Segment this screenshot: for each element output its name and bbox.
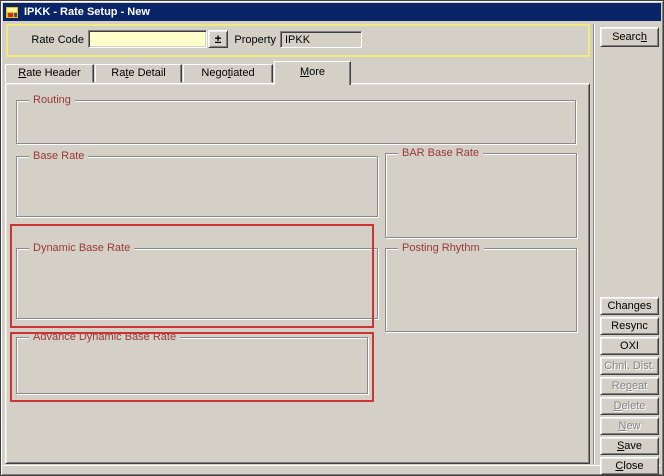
group-base-rate: Base Rate (16, 156, 378, 217)
header-panel: Rate Code ± Property (6, 24, 590, 57)
group-dynamic-base-rate: Dynamic Base Rate (16, 248, 378, 319)
save-button[interactable]: Save (600, 437, 659, 455)
tab-rate-header[interactable]: Rate Header (5, 64, 94, 83)
group-routing: Routing (16, 100, 576, 144)
group-bar-base-rate: BAR Base Rate (385, 153, 577, 238)
repeat-button: Repeat (600, 377, 659, 395)
tab-more[interactable]: More (274, 61, 351, 85)
status-bar (3, 465, 661, 473)
delete-button: Delete (600, 397, 659, 415)
title-bar: IPKK - Rate Setup - New (3, 3, 661, 21)
group-bar-base-rate-title: BAR Base Rate (398, 147, 483, 160)
tab-negotiated[interactable]: Negotiated (183, 64, 273, 83)
group-posting-rhythm: Posting Rhythm (385, 248, 577, 332)
group-advance-dynamic-base-rate-title: Advance Dynamic Base Rate (29, 331, 180, 344)
property-field (280, 31, 362, 48)
window-title: IPKK - Rate Setup - New (24, 6, 150, 18)
rate-code-label: Rate Code (22, 34, 84, 47)
resync-button[interactable]: Resync (600, 317, 659, 335)
group-dynamic-base-rate-title: Dynamic Base Rate (29, 242, 134, 255)
group-advance-dynamic-base-rate: Advance Dynamic Base Rate (16, 337, 368, 394)
group-base-rate-title: Base Rate (29, 150, 88, 163)
oxi-button[interactable]: OXI (600, 337, 659, 355)
group-routing-title: Routing (29, 94, 75, 107)
tab-rate-detail[interactable]: Rate Detail (95, 64, 182, 83)
group-posting-rhythm-title: Posting Rhythm (398, 242, 484, 255)
close-button[interactable]: Close (600, 457, 659, 475)
new-button: New (600, 417, 659, 435)
app-icon (6, 6, 19, 19)
changes-button[interactable]: Changes (600, 297, 659, 315)
property-label: Property (190, 34, 276, 47)
chnl-dist-button: Chnl. Dist. (600, 357, 659, 375)
